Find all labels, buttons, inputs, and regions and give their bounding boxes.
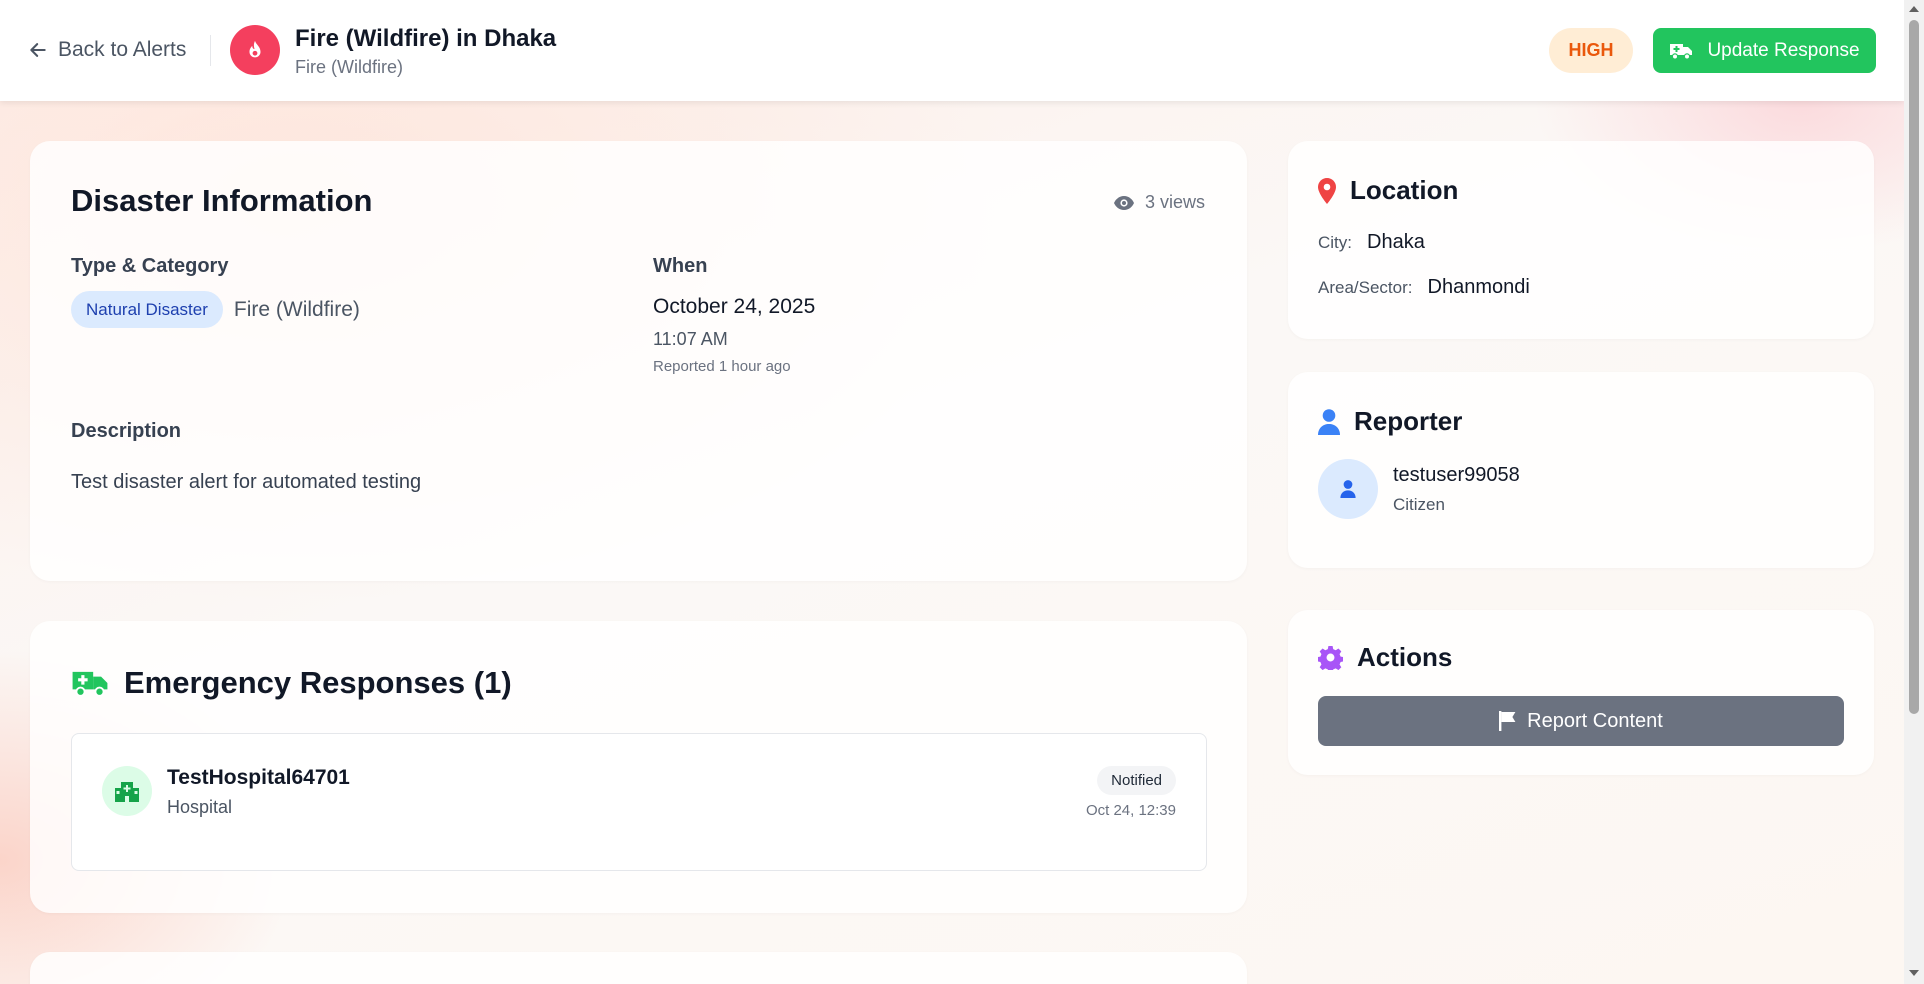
actions-heading: Actions [1357,642,1453,672]
scrollbar-thumb[interactable] [1909,20,1919,714]
fire-icon [230,25,280,75]
ambulance-icon [72,671,108,697]
disaster-info-heading: Disaster Information [71,183,373,218]
header-divider [210,35,211,66]
location-heading: Location [1350,175,1459,205]
back-label: Back to Alerts [58,38,187,61]
reporter-role: Citizen [1393,495,1445,514]
category-text: Fire (Wildfire) [233,297,360,321]
location-header: Location [1318,175,1458,206]
next-card [30,952,1247,984]
arrow-left-icon [30,43,46,57]
map-pin-icon [1318,177,1336,204]
responder-name: TestHospital64701 [167,766,350,789]
type-category-row: Natural Disaster Fire (Wildfire) [71,291,360,328]
scroll-up-arrow[interactable] [1909,6,1919,12]
when-label: When [653,255,708,277]
flag-icon [1499,711,1516,731]
page-subtitle: Fire (Wildfire) [295,57,403,77]
reporter-card: Reporter testuser99058 Citizen [1288,372,1874,568]
user-icon [1318,408,1340,435]
location-card: Location City: Dhaka Area/Sector: Dhanmo… [1288,141,1874,339]
response-timestamp: Oct 24, 12:39 [1085,802,1176,819]
city-label: City: [1318,233,1352,252]
city-value: Dhaka [1367,231,1425,253]
disaster-info-card: Disaster Information 3 views Type & Cate… [30,141,1247,581]
actions-card: Actions Report Content [1288,610,1874,775]
city-row: City: Dhaka [1318,231,1425,254]
scroll-down-arrow[interactable] [1909,970,1919,976]
area-label: Area/Sector: [1318,278,1413,297]
alert-time: 11:07 AM [653,329,728,349]
responses-header: Emergency Responses (1) [71,665,512,701]
update-response-button[interactable]: Update Response [1653,28,1876,73]
ambulance-icon [1670,43,1693,60]
user-icon [1340,480,1356,498]
views-count: 3 views [1144,192,1205,212]
top-header: Back to Alerts Fire (Wildfire) in Dhaka … [0,0,1904,101]
severity-badge: HIGH [1549,28,1633,73]
page-title: Fire (Wildfire) in Dhaka [295,25,557,52]
responses-heading: Emergency Responses (1) [124,665,512,700]
actions-header: Actions [1318,642,1452,673]
report-content-button[interactable]: Report Content [1318,696,1844,746]
eye-icon [1113,195,1134,210]
reporter-header: Reporter [1318,406,1462,437]
report-content-label: Report Content [1527,709,1663,732]
page-scrollbar[interactable] [1904,0,1924,984]
description-label: Description [71,420,182,442]
emergency-responses-card: Emergency Responses (1) TestHospital6470… [30,621,1247,913]
type-category-label: Type & Category [71,255,229,277]
response-item[interactable]: TestHospital64701 Hospital Notified Oct … [71,733,1207,871]
gear-icon [1318,646,1343,670]
type-chip: Natural Disaster [71,291,223,328]
views-counter: 3 views [1113,192,1205,213]
reported-time: Reported 1 hour ago [653,358,791,375]
responder-type: Hospital [167,797,233,817]
description-text: Test disaster alert for automated testin… [71,471,422,493]
hospital-icon [102,766,152,816]
status-badge: Notified [1097,766,1176,795]
reporter-username: testuser99058 [1393,464,1520,486]
back-to-alerts-link[interactable]: Back to Alerts [28,36,186,64]
reporter-heading: Reporter [1354,406,1463,436]
alert-date: October 24, 2025 [653,295,816,318]
area-row: Area/Sector: Dhanmondi [1318,276,1530,299]
area-value: Dhanmondi [1427,276,1530,298]
update-response-label: Update Response [1707,39,1860,61]
avatar [1318,459,1378,519]
